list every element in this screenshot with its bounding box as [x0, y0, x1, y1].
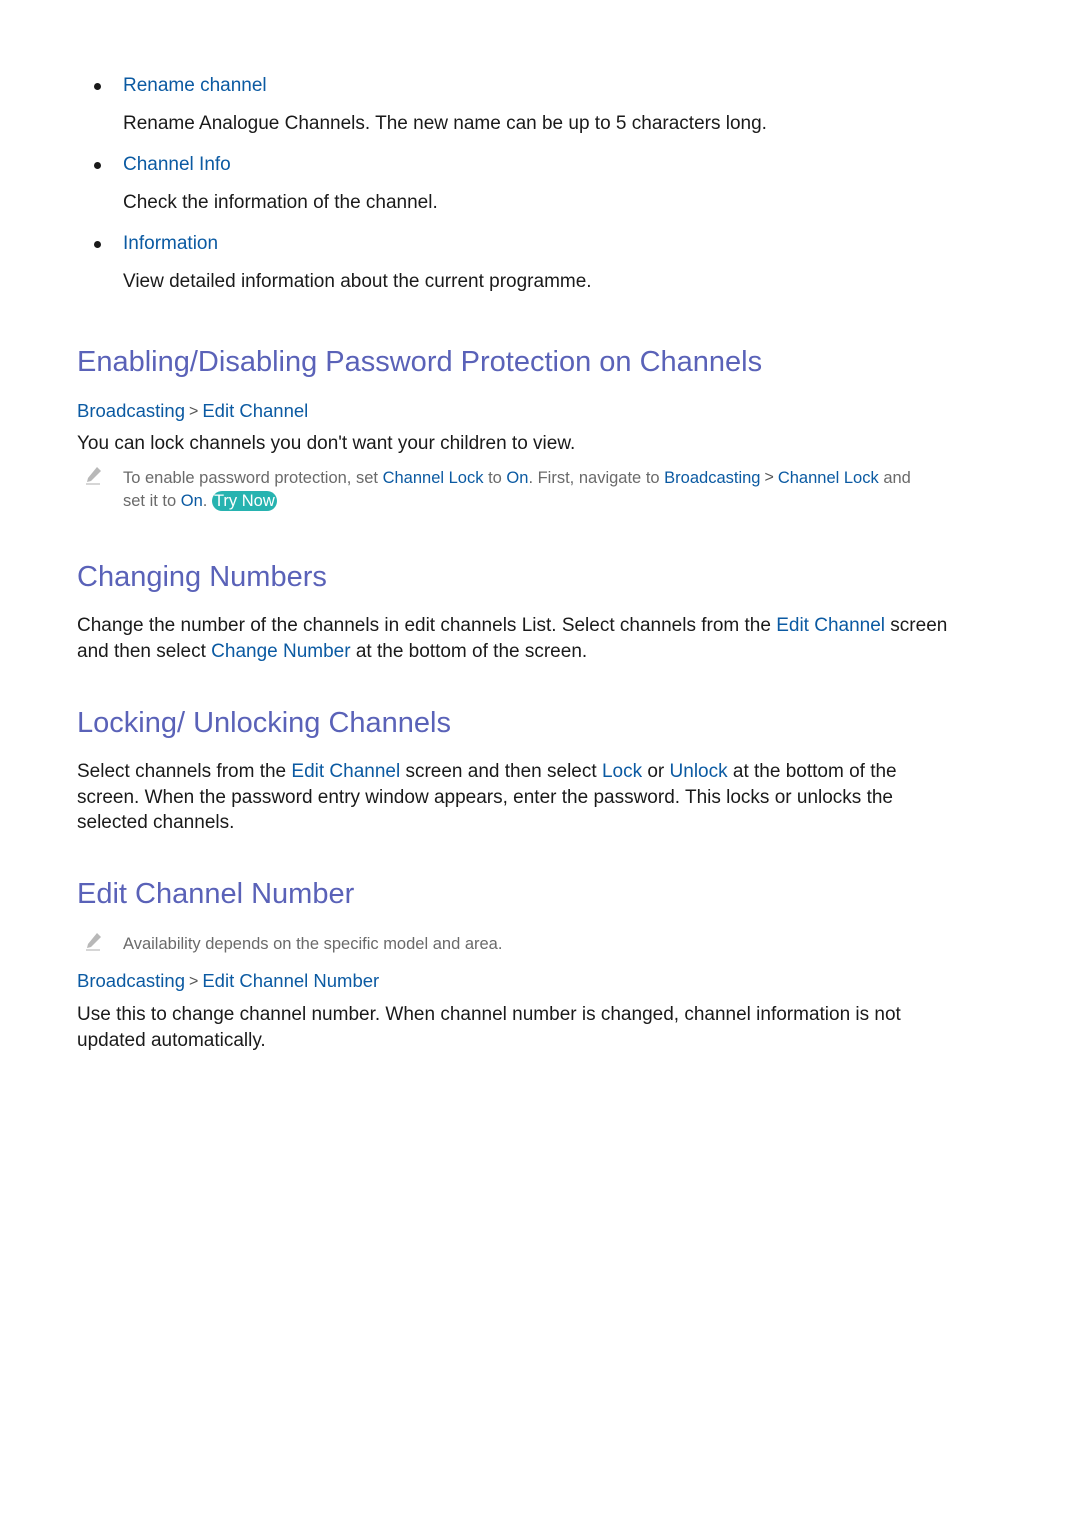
try-now-button[interactable]: Try Now [211, 491, 277, 511]
breadcrumb-broadcasting[interactable]: Broadcasting [77, 400, 185, 421]
breadcrumb: Broadcasting > Edit Channel [77, 400, 308, 422]
bullet-title-information[interactable]: Information [123, 233, 218, 255]
note-password: To enable password protection, set Chann… [123, 469, 911, 487]
breadcrumb-edit-channel[interactable]: Edit Channel [202, 400, 308, 421]
bullet-title-rename-channel[interactable]: Rename channel [123, 75, 267, 97]
link-channel-lock-2[interactable]: Channel Lock [778, 469, 879, 487]
breadcrumb-edit-channel-number[interactable]: Edit Channel Number [202, 970, 379, 991]
section-heading-edit-channel-number: Edit Channel Number [77, 878, 355, 910]
breadcrumb-broadcasting[interactable]: Broadcasting [77, 970, 185, 991]
link-edit-channel[interactable]: Edit Channel [291, 761, 400, 782]
chevron-right-icon: > [188, 403, 199, 420]
pencil-icon [86, 933, 101, 951]
section-heading-password: Enabling/Disabling Password Protection o… [77, 346, 763, 378]
link-edit-channel[interactable]: Edit Channel [776, 615, 885, 636]
link-on[interactable]: On [506, 469, 528, 487]
body-text: You can lock channels you don't want you… [77, 433, 576, 454]
link-change-number[interactable]: Change Number [211, 641, 350, 662]
section-heading-locking: Locking/ Unlocking Channels [77, 707, 451, 739]
chevron-right-icon: > [764, 469, 774, 486]
bullet-desc: Check the information of the channel. [123, 192, 438, 213]
pencil-icon [86, 467, 101, 485]
link-on-2[interactable]: On [181, 492, 203, 510]
bullet-dot [94, 83, 101, 90]
section-heading-changing-numbers: Changing Numbers [77, 561, 327, 593]
chevron-right-icon: > [188, 973, 199, 990]
bullet-dot [94, 162, 101, 169]
bullet-desc: View detailed information about the curr… [123, 271, 592, 292]
note-password-line2: set it to On. Try Now [123, 491, 277, 511]
link-channel-lock[interactable]: Channel Lock [383, 469, 484, 487]
paragraph-edit-channel-number: Use this to change channel number. When … [77, 1004, 901, 1051]
bullet-dot [94, 241, 101, 248]
link-lock[interactable]: Lock [602, 761, 642, 782]
link-broadcasting[interactable]: Broadcasting [664, 469, 760, 487]
link-unlock[interactable]: Unlock [670, 761, 728, 782]
bullet-desc: Rename Analogue Channels. The new name c… [123, 113, 767, 134]
paragraph-locking: Select channels from the Edit Channel sc… [77, 761, 897, 833]
bullet-title-channel-info[interactable]: Channel Info [123, 154, 231, 176]
paragraph-changing: Change the number of the channels in edi… [77, 615, 948, 662]
note-availability: Availability depends on the specific mod… [123, 935, 503, 953]
breadcrumb: Broadcasting > Edit Channel Number [77, 970, 379, 992]
